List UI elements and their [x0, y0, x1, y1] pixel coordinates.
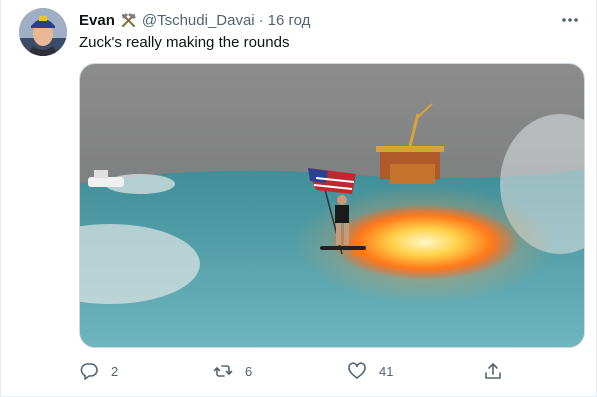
author-name[interactable]: Evan: [79, 12, 115, 29]
reply-icon: [79, 361, 99, 381]
heart-icon: [347, 361, 367, 381]
hammer-pick-icon: [120, 11, 138, 29]
retweet-button[interactable]: 6: [213, 360, 252, 382]
tweet-header: Evan @Tschudi_Davai · 16 год: [79, 10, 310, 30]
tweet-media-image[interactable]: [79, 63, 585, 348]
retweet-count: 6: [245, 363, 253, 379]
share-button[interactable]: [483, 360, 515, 382]
tweet-text: Zuck's really making the rounds: [79, 34, 290, 51]
tweet-timestamp[interactable]: 16 год: [268, 12, 311, 29]
retweet-icon: [213, 361, 233, 381]
tweet-actions: 2 6 41: [79, 360, 509, 382]
tweet-card[interactable]: Evan @Tschudi_Davai · 16 год Zuck's real…: [0, 0, 597, 397]
like-button[interactable]: 41: [347, 360, 393, 382]
reply-count: 2: [111, 363, 119, 379]
share-icon: [483, 361, 503, 381]
more-options-icon[interactable]: [558, 10, 582, 30]
reply-button[interactable]: 2: [79, 360, 118, 382]
avatar[interactable]: [19, 8, 67, 56]
author-handle[interactable]: @Tschudi_Davai: [142, 12, 255, 29]
separator-dot: ·: [258, 11, 264, 29]
like-count: 41: [379, 363, 394, 379]
